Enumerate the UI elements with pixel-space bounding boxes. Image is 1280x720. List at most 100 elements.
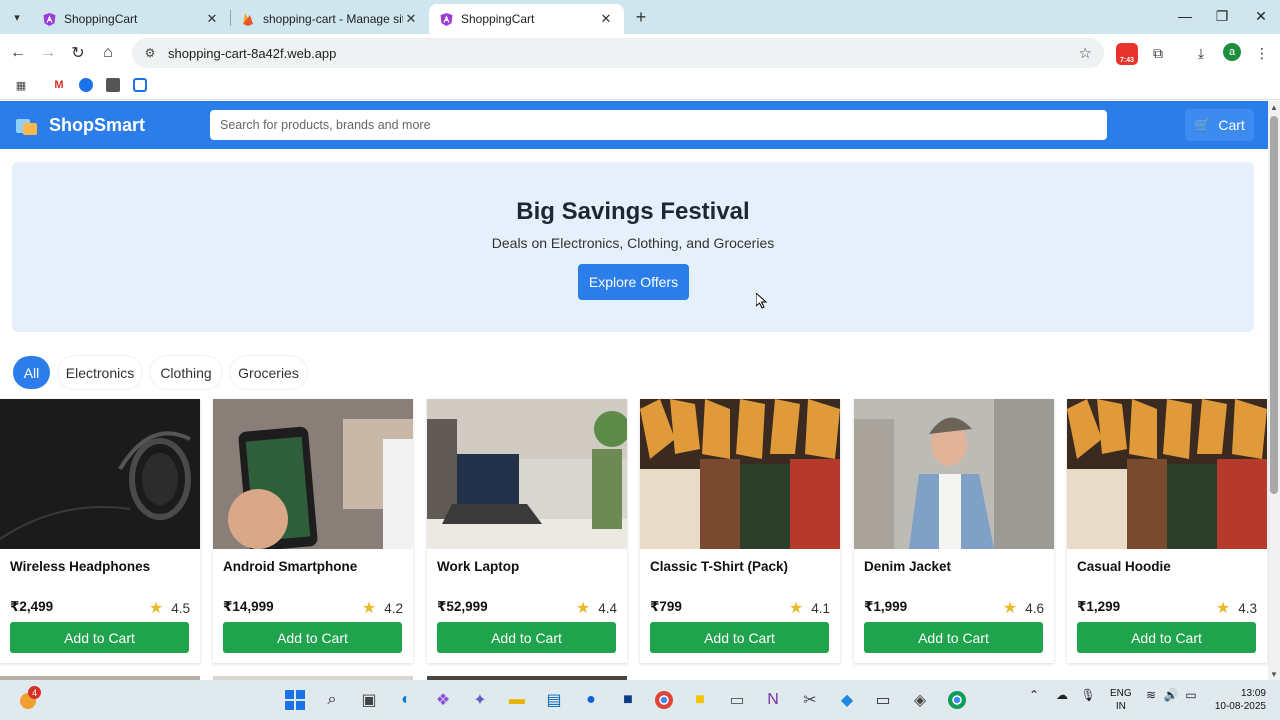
window-close-icon[interactable]: ✕ (1242, 0, 1280, 32)
onenote-icon[interactable]: N (761, 688, 785, 712)
wifi-icon[interactable]: ≋ (1143, 688, 1159, 702)
product-card-denim-jacket[interactable]: Denim Jacket ₹1,999 ★ 4.6 Add to Cart (854, 399, 1054, 663)
terminal-icon[interactable]: ▭ (871, 688, 895, 712)
product-card-android-smartphone[interactable]: Android Smartphone ₹14,999 ★ 4.2 Add to C… (213, 399, 413, 663)
add-to-cart-button[interactable]: Add to Cart (223, 622, 402, 653)
volume-icon[interactable]: 🔊 (1163, 688, 1179, 702)
cart-button[interactable]: 🛒 Cart (1185, 109, 1254, 141)
denim-jacket-image[interactable] (854, 399, 1054, 549)
close-icon[interactable]: ✕ (403, 11, 419, 27)
scroll-down-icon[interactable]: ▼ (1270, 670, 1278, 679)
browser-tab-bar: ▾ ShoppingCart ✕ shopping-cart - Manage … (0, 0, 1280, 34)
product-name[interactable]: Denim Jacket (864, 559, 951, 574)
product-name[interactable]: Classic T-Shirt (Pack) (650, 559, 788, 574)
copilot-icon[interactable]: ❖ (431, 688, 455, 712)
site-info-icon[interactable]: ⚙ (140, 46, 160, 60)
blue-circle-bookmark-icon[interactable] (77, 76, 95, 94)
search-icon[interactable]: ⌕ (320, 688, 344, 712)
windows-start-icon[interactable] (283, 688, 307, 712)
search-placeholder: Search for products, brands and more (220, 118, 431, 132)
download-icon[interactable]: ⤓ (1190, 42, 1212, 64)
system-clock[interactable]: 13:09 10-08-2025 (1208, 687, 1266, 713)
tray-overflow-chevron-icon[interactable]: ⌃ (1027, 688, 1041, 702)
rating-value: 4.1 (811, 600, 830, 616)
restore-icon[interactable]: ❐ (1203, 0, 1241, 32)
filter-groceries[interactable]: Groceries (230, 356, 307, 389)
product-name[interactable]: Casual Hoodie (1077, 559, 1171, 574)
headphones-image[interactable] (0, 399, 200, 549)
gmail-icon[interactable]: M (50, 76, 68, 94)
address-bar[interactable]: ⚙ shopping-cart-8a42f.web.app ☆ (132, 38, 1104, 68)
product-name[interactable]: Android Smartphone (223, 559, 357, 574)
apps-grid-icon[interactable]: ▦ (12, 76, 30, 94)
search-input[interactable]: Search for products, brands and more (210, 110, 1107, 140)
rating-value: 4.6 (1025, 600, 1044, 616)
tab-title: ShoppingCart (461, 12, 535, 26)
pen-app-icon[interactable]: ▭ (725, 688, 749, 712)
linkedin-icon[interactable] (104, 76, 122, 94)
home-icon[interactable]: ⌂ (97, 42, 119, 64)
kebab-menu-icon[interactable]: ⋮ (1251, 42, 1273, 64)
new-tab-plus-icon[interactable]: + (630, 7, 652, 27)
brand-name[interactable]: ShopSmart (49, 115, 145, 136)
vscode-icon[interactable]: ◆ (835, 688, 859, 712)
cloud-sync-icon[interactable]: ☁ (1053, 688, 1071, 702)
tab-shoppingcart-1[interactable]: ShoppingCart ✕ (32, 4, 230, 34)
star-icon: ★ (1215, 600, 1231, 617)
tshirt-rack-image[interactable] (640, 399, 840, 549)
add-to-cart-button[interactable]: Add to Cart (864, 622, 1043, 653)
back-arrow-icon[interactable]: ← (7, 42, 29, 64)
page-scrollbar[interactable]: ▲ ▼ (1268, 101, 1280, 680)
add-to-cart-button[interactable]: Add to Cart (437, 622, 616, 653)
hoodie-rack-image[interactable] (1067, 399, 1267, 549)
teams-icon[interactable]: ✦ (468, 688, 492, 712)
product-card-casual-hoodie[interactable]: Casual Hoodie ₹1,299 ★ 4.3 Add to Cart (1067, 399, 1267, 663)
filter-all[interactable]: All (13, 356, 50, 389)
filter-clothing[interactable]: Clothing (150, 356, 222, 389)
outlook-icon[interactable]: ● (579, 688, 603, 712)
shop-logo-icon[interactable] (16, 116, 38, 136)
app-icon[interactable]: ■ (616, 688, 640, 712)
reload-icon[interactable]: ↻ (67, 42, 89, 64)
product-name[interactable]: Wireless Headphones (10, 559, 150, 574)
laptop-image[interactable] (427, 399, 627, 549)
extensions-puzzle-icon[interactable]: ⧉ (1147, 42, 1169, 64)
git-icon[interactable]: ◈ (908, 688, 932, 712)
chrome-icon[interactable] (652, 688, 676, 712)
sticky-notes-icon[interactable]: ■ (688, 688, 712, 712)
smartphone-image[interactable] (213, 399, 413, 549)
input-language[interactable]: ENG IN (1110, 687, 1132, 713)
explore-offers-button[interactable]: Explore Offers (578, 264, 689, 300)
bookmark-star-icon[interactable]: ☆ (1079, 44, 1092, 62)
microphone-icon[interactable]: 🎙 (1080, 688, 1096, 702)
forward-arrow-icon[interactable]: → (37, 42, 59, 64)
profile-initial: a (1228, 46, 1236, 58)
tab-search-chevron-icon[interactable]: ▾ (6, 7, 28, 27)
extension-badge-icon[interactable]: 7:43 (1116, 43, 1138, 65)
scroll-thumb[interactable] (1270, 116, 1278, 494)
battery-icon[interactable]: ▭ (1183, 688, 1199, 702)
chrome-active-icon[interactable] (945, 688, 969, 712)
filter-electronics[interactable]: Electronics (58, 356, 142, 389)
calendar-bookmark-icon[interactable] (131, 76, 149, 94)
minimize-icon[interactable]: — (1166, 0, 1204, 32)
product-card-wireless-headphones[interactable]: Wireless Headphones ₹2,499 ★ 4.5 Add to C… (0, 399, 200, 663)
product-card-work-laptop[interactable]: Work Laptop ₹52,999 ★ 4.4 Add to Cart (427, 399, 627, 663)
close-icon[interactable]: ✕ (598, 11, 614, 27)
edge-icon[interactable]: ◐ (394, 688, 418, 712)
close-icon[interactable]: ✕ (204, 11, 220, 27)
task-view-icon[interactable]: ▣ (357, 688, 381, 712)
tab-shoppingcart-active[interactable]: ShoppingCart ✕ (429, 4, 624, 34)
product-card-classic-tshirt[interactable]: Classic T-Shirt (Pack) ₹799 ★ 4.1 Add to … (640, 399, 840, 663)
tab-manage-site[interactable]: shopping-cart - Manage site - F ✕ (231, 4, 429, 34)
scroll-up-icon[interactable]: ▲ (1270, 103, 1278, 112)
profile-avatar[interactable]: a (1223, 43, 1241, 61)
snipping-tool-icon[interactable]: ✂ (798, 688, 822, 712)
file-explorer-icon[interactable]: ▬ (505, 688, 529, 712)
add-to-cart-button[interactable]: Add to Cart (10, 622, 189, 653)
add-to-cart-button[interactable]: Add to Cart (1077, 622, 1256, 653)
product-name[interactable]: Work Laptop (437, 559, 519, 574)
product-rating: ★ 4.4 (576, 598, 617, 618)
store-icon[interactable]: ▤ (542, 688, 566, 712)
add-to-cart-button[interactable]: Add to Cart (650, 622, 829, 653)
